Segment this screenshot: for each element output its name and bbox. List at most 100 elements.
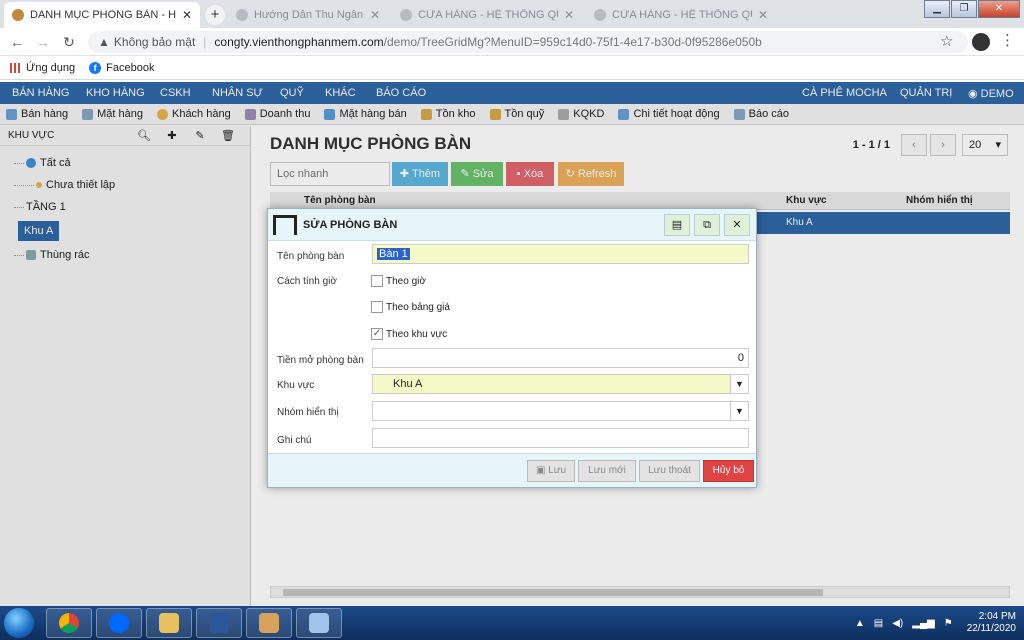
taskbar-word[interactable] bbox=[196, 608, 242, 638]
checkbox-label: Theo bảng giá bbox=[386, 301, 450, 313]
paint-icon bbox=[259, 613, 279, 633]
name-label: Tên phòng bàn bbox=[277, 251, 345, 262]
checkbox-by-area[interactable]: ✓ Theo khu vực bbox=[371, 328, 447, 340]
back-arrow-icon[interactable]: ← bbox=[8, 33, 26, 51]
address-bar-row: ← → ↻ ▲ Không bảo mật | congty.vienthong… bbox=[0, 28, 1024, 56]
network-icon[interactable]: ▤ bbox=[874, 618, 883, 629]
flag-icon[interactable]: ⚑ bbox=[944, 618, 953, 629]
site-favicon-icon bbox=[400, 9, 412, 21]
tab-title: CỬA HÀNG - HỆ THỐNG QUẢN bbox=[418, 9, 558, 21]
profile-avatar[interactable] bbox=[972, 33, 990, 51]
save-button[interactable]: ▣ Lưu bbox=[527, 460, 575, 482]
document-icon[interactable]: ▤ bbox=[664, 213, 690, 236]
system-tray: ▲ ▤ ◀) ▂▄▆ ⚑ 2:04 PM 22/11/2020 bbox=[846, 610, 1016, 636]
checkbox-box[interactable] bbox=[371, 301, 383, 313]
start-button[interactable] bbox=[4, 608, 34, 638]
fee-input[interactable]: 0 bbox=[372, 348, 749, 368]
volume-icon[interactable]: ◀) bbox=[892, 618, 903, 629]
close-window-button[interactable]: ✕ bbox=[978, 0, 1020, 18]
browser-tabstrip: DANH MỤC PHÒNG BÀN - HỆ T ✕ + Hướng Dẫn … bbox=[0, 0, 1024, 28]
browser-tab-background[interactable]: Hướng Dẫn Thu Ngân (Hanh ✕ bbox=[228, 2, 388, 28]
bookmark-label: Facebook bbox=[106, 61, 155, 74]
button-label: Lưu bbox=[548, 465, 567, 476]
clock-time: 2:04 PM bbox=[978, 611, 1016, 622]
tab-close-icon[interactable]: ✕ bbox=[564, 8, 574, 22]
close-icon[interactable]: ✕ bbox=[724, 213, 750, 236]
taskbar-zalo[interactable] bbox=[96, 608, 142, 638]
browser-menu-icon[interactable]: ⋮ bbox=[1000, 31, 1015, 49]
area-select[interactable]: Khu A ▼ bbox=[372, 374, 749, 394]
name-input[interactable]: Bàn 1 bbox=[372, 244, 749, 264]
url-omnibox[interactable]: ▲ Không bảo mật | congty.vienthongphanme… bbox=[88, 31, 968, 53]
checkbox-box-checked[interactable]: ✓ bbox=[371, 328, 383, 340]
reload-icon[interactable]: ↻ bbox=[60, 33, 78, 51]
note-input[interactable] bbox=[372, 428, 749, 448]
area-label: Khu vực bbox=[277, 380, 315, 391]
site-favicon-icon bbox=[236, 9, 248, 21]
window-controls: ▁ ❐ ✕ bbox=[923, 0, 1020, 18]
omnibox-separator: | bbox=[203, 35, 207, 49]
tab-close-icon[interactable]: ✕ bbox=[182, 8, 192, 22]
dialog-footer: ▣ Lưu Lưu mới Lưu thoát Hủy bỏ bbox=[268, 453, 756, 487]
fee-label: Tiền mở phòng bàn bbox=[277, 355, 364, 366]
clock-date: 22/11/2020 bbox=[966, 623, 1016, 634]
browser-tab-background[interactable]: CỬA HÀNG - HỆ THỐNG QUẢN ✕ bbox=[392, 2, 582, 28]
new-tab-button[interactable]: + bbox=[205, 5, 225, 25]
area-value: Khu A bbox=[393, 378, 423, 390]
taskbar-chrome[interactable] bbox=[46, 608, 92, 638]
note-label: Ghi chú bbox=[277, 435, 312, 446]
chrome-icon bbox=[59, 613, 79, 633]
copy-icon[interactable]: ⧉ bbox=[694, 213, 720, 236]
forward-arrow-icon[interactable]: → bbox=[34, 33, 52, 51]
save-new-button[interactable]: Lưu mới bbox=[578, 460, 636, 482]
checkbox-by-hour[interactable]: Theo giờ bbox=[371, 275, 426, 287]
dialog-header: SỬA PHÒNG BÀN ▤ ⧉ ✕ bbox=[268, 209, 756, 241]
chevron-down-icon[interactable]: ▼ bbox=[730, 402, 748, 420]
apps-grid-icon bbox=[10, 62, 20, 73]
word-icon bbox=[209, 613, 229, 633]
insecure-label: Không bảo mật bbox=[113, 35, 196, 49]
bookmark-star-icon[interactable]: ☆ bbox=[940, 32, 953, 50]
taskbar-explorer[interactable] bbox=[146, 608, 192, 638]
app-icon bbox=[309, 613, 329, 633]
site-favicon-icon bbox=[594, 9, 606, 21]
bookmark-facebook[interactable]: f Facebook bbox=[89, 61, 155, 74]
bookmark-label: Ứng dụng bbox=[26, 61, 76, 74]
group-label: Nhóm hiển thị bbox=[277, 407, 339, 418]
bookmark-apps[interactable]: Ứng dụng bbox=[10, 62, 75, 74]
tab-title: CỬA HÀNG - HỆ THỐNG QUẢN bbox=[612, 9, 752, 21]
tab-title: DANH MỤC PHÒNG BÀN - HỆ T bbox=[30, 9, 176, 21]
tray-expand-icon[interactable]: ▲ bbox=[855, 618, 865, 629]
url-host: congty.vienthongphanmem.com bbox=[214, 35, 384, 49]
dialog-title: SỬA PHÒNG BÀN bbox=[303, 218, 398, 231]
taskbar-paint[interactable] bbox=[246, 608, 292, 638]
system-clock[interactable]: 2:04 PM 22/11/2020 bbox=[967, 611, 1016, 635]
bookmarks-bar: Ứng dụng f Facebook bbox=[0, 56, 1024, 80]
checkbox-label: Theo giờ bbox=[386, 275, 426, 287]
table-furniture-icon bbox=[273, 214, 297, 235]
signal-icon[interactable]: ▂▄▆ bbox=[912, 618, 934, 629]
save-exit-button[interactable]: Lưu thoát bbox=[639, 460, 700, 482]
taskbar-app[interactable] bbox=[296, 608, 342, 638]
chevron-down-icon[interactable]: ▼ bbox=[730, 375, 748, 393]
tab-close-icon[interactable]: ✕ bbox=[758, 8, 768, 22]
tab-close-icon[interactable]: ✕ bbox=[370, 8, 380, 22]
time-calc-label: Cách tính giờ bbox=[277, 276, 337, 287]
checkbox-by-price[interactable]: Theo bảng giá bbox=[371, 301, 450, 313]
url-path: /demo/TreeGridMg?MenuID=959c14d0-75f1-4e… bbox=[383, 35, 762, 49]
name-value: Bàn 1 bbox=[377, 248, 410, 260]
cancel-button[interactable]: Hủy bỏ bbox=[703, 460, 754, 482]
warning-icon: ▲ bbox=[98, 35, 110, 49]
group-select[interactable]: ▼ bbox=[372, 401, 749, 421]
folder-icon bbox=[159, 613, 179, 633]
browser-tab-active[interactable]: DANH MỤC PHÒNG BÀN - HỆ T ✕ bbox=[4, 2, 200, 28]
maximize-button[interactable]: ❐ bbox=[951, 0, 977, 18]
minimize-button[interactable]: ▁ bbox=[924, 0, 950, 18]
save-icon: ▣ bbox=[535, 465, 549, 476]
windows-taskbar: ▲ ▤ ◀) ▂▄▆ ⚑ 2:04 PM 22/11/2020 bbox=[0, 606, 1024, 640]
facebook-icon: f bbox=[89, 61, 102, 74]
browser-tab-background[interactable]: CỬA HÀNG - HỆ THỐNG QUẢN ✕ bbox=[586, 2, 776, 28]
checkbox-box[interactable] bbox=[371, 275, 383, 287]
checkbox-label: Theo khu vực bbox=[386, 328, 448, 340]
zalo-icon bbox=[109, 613, 129, 633]
